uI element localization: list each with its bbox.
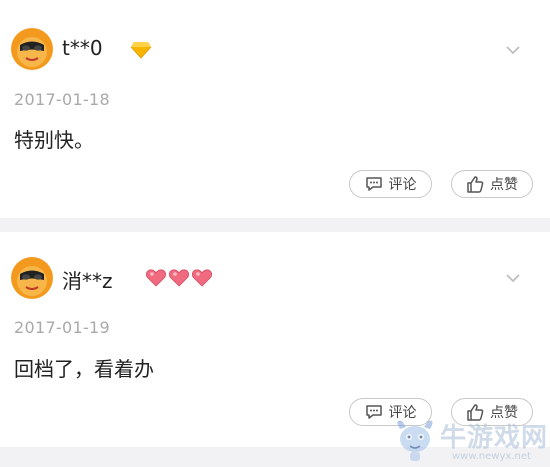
diamond-icon bbox=[130, 42, 152, 59]
comment-card: t**0 2017-01-18 特别快。 评论 点赞 bbox=[0, 0, 550, 218]
comment-icon bbox=[365, 405, 382, 419]
avatar[interactable] bbox=[11, 257, 53, 299]
thumbs-up-icon bbox=[467, 175, 484, 193]
comment-button[interactable]: 评论 bbox=[349, 170, 432, 198]
comment-date: 2017-01-18 bbox=[14, 90, 110, 109]
username[interactable]: 消**z bbox=[62, 265, 113, 294]
mascot-logo-icon bbox=[397, 420, 433, 461]
like-button-label: 点赞 bbox=[490, 177, 518, 193]
comment-icon bbox=[365, 177, 382, 191]
chevron-down-icon[interactable] bbox=[506, 273, 520, 283]
like-button[interactable]: 点赞 bbox=[451, 170, 533, 198]
comment-text: 特别快。 bbox=[14, 128, 94, 152]
site-watermark: 牛游戏网 www.newyx.net bbox=[392, 415, 547, 465]
watermark-name: 牛游戏网 bbox=[440, 423, 549, 453]
avatar[interactable] bbox=[11, 28, 53, 70]
comment-button-label: 评论 bbox=[388, 177, 417, 193]
chevron-down-icon[interactable] bbox=[506, 45, 520, 55]
comment-text: 回档了，看着办 bbox=[14, 357, 154, 381]
username[interactable]: t**0 bbox=[62, 36, 103, 60]
comment-date: 2017-01-19 bbox=[14, 318, 110, 337]
watermark-url: www.newyx.net bbox=[452, 451, 531, 462]
hearts-icon bbox=[146, 269, 212, 287]
